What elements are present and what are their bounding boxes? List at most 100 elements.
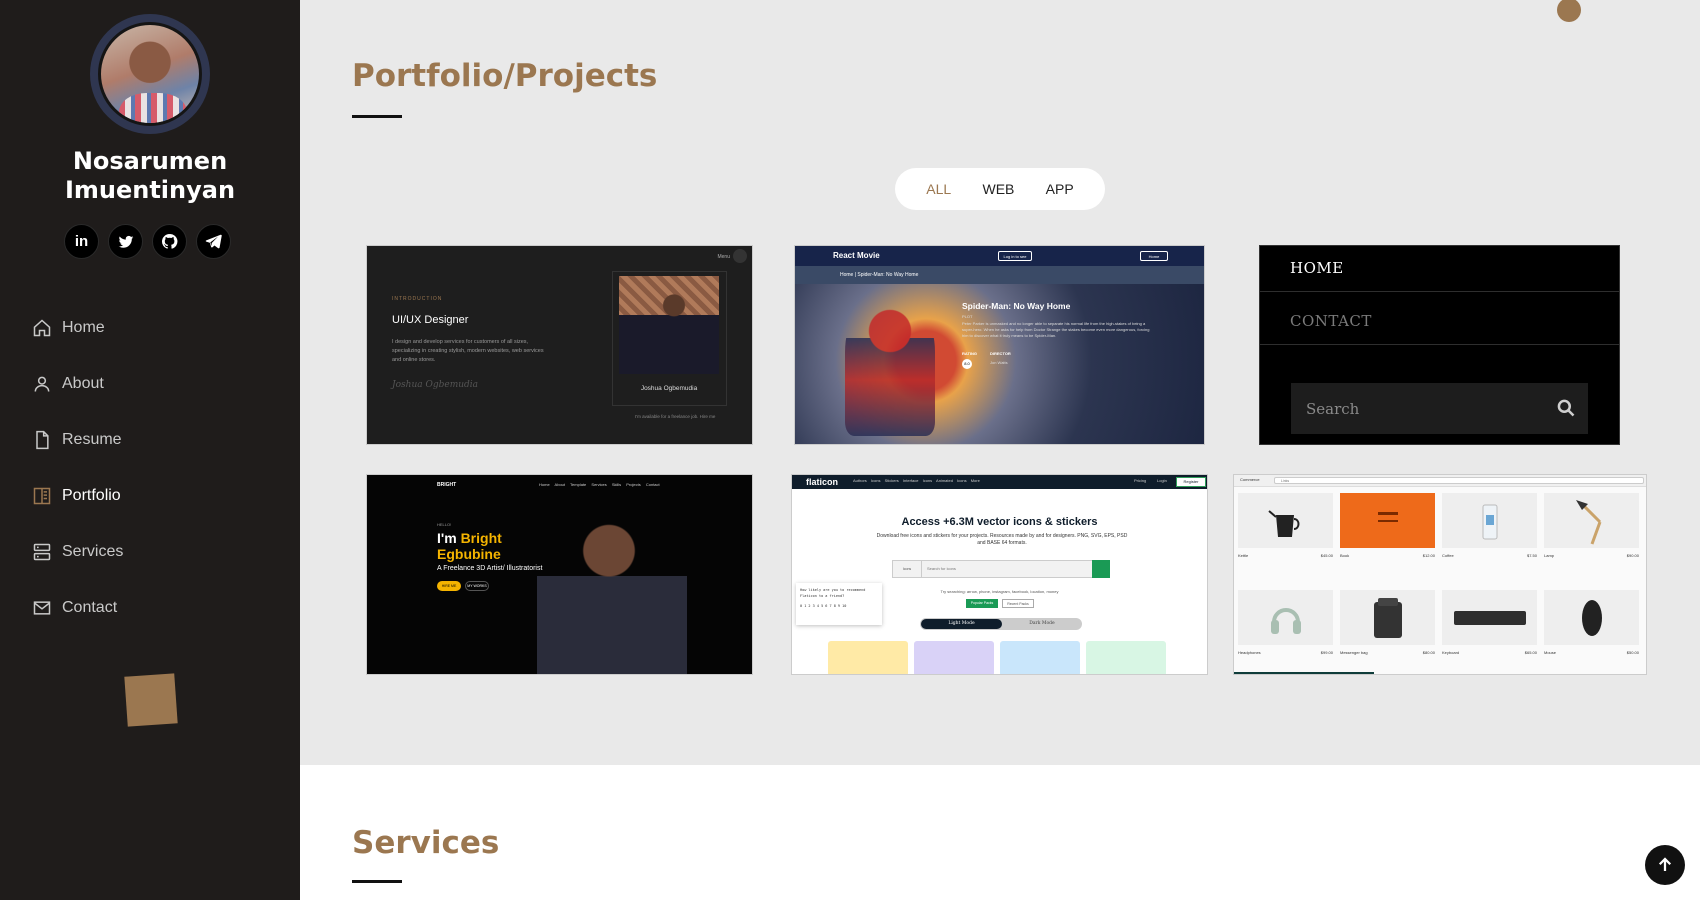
nav-label-contact: Contact	[62, 599, 118, 616]
nav-label-resume: Resume	[62, 431, 122, 448]
product-label: Keyboard	[1442, 650, 1460, 655]
product-image	[1442, 590, 1537, 645]
filter-all[interactable]: ALL	[926, 181, 951, 197]
flaticon-subline: Download free icons and stickers for you…	[876, 533, 1128, 546]
flaticon-search-placeholder: Search for icons	[927, 566, 956, 571]
arrow-up-icon	[1658, 857, 1672, 871]
user-icon	[32, 374, 52, 394]
portfolio-section: Portfolio/Projects ALL WEB APP Menu INTR…	[300, 0, 1700, 765]
product-image	[1340, 493, 1435, 548]
kettle-icon	[1267, 509, 1299, 537]
uiux-desc: I design and develop services for custom…	[392, 339, 544, 363]
product-cell: Lamp $90.00	[1540, 491, 1639, 586]
product-image	[1442, 493, 1537, 548]
product-label: Mouse	[1544, 650, 1557, 655]
nav-item-home[interactable]: Home	[32, 300, 123, 356]
product-label: Coffee	[1442, 553, 1454, 558]
movie-title: Spider-Man: No Way Home	[962, 301, 1071, 311]
bag-icon	[1373, 597, 1402, 638]
nav-label-home: Home	[62, 319, 105, 336]
telegram-link[interactable]	[196, 224, 231, 259]
bright-hello: HELLO!	[437, 522, 452, 527]
movies-breadcrumb: Home | Spider-Man: No Way Home	[795, 266, 1204, 284]
nav-item-resume[interactable]: Resume	[32, 412, 123, 468]
commerce-brand: Commerce	[1240, 477, 1260, 482]
flaticon-popular-packs: Popular Packs	[966, 599, 998, 608]
product-price: $12.00	[1422, 553, 1435, 558]
bright-im: I'm	[437, 530, 457, 546]
flaticon-login: Login	[1157, 478, 1167, 483]
home-icon	[32, 318, 52, 338]
uiux-person-name: Joshua Ogbemudia	[640, 385, 698, 392]
github-link[interactable]	[152, 224, 187, 259]
telegram-icon	[205, 234, 222, 249]
filter-app[interactable]: APP	[1046, 181, 1074, 197]
project-card-commerce[interactable]: Commerce Links Kettle $45.00 Book $12.00…	[1233, 474, 1647, 675]
project-card-movies[interactable]: React Movie Log in to see Home Home | Sp…	[794, 245, 1205, 445]
uiux-availability: I'm available for a freelance job. Hire …	[635, 414, 716, 419]
movie-director: Jon Watts	[990, 360, 1008, 365]
nav-item-about[interactable]: About	[32, 356, 123, 412]
uiux-role: UI/UX Designer	[392, 314, 469, 326]
keyboard-icon	[1453, 610, 1526, 625]
project-card-flaticon[interactable]: flaticon Authors Icons Stickers Interfac…	[791, 474, 1208, 675]
bright-first-name: Bright	[460, 530, 502, 546]
movie-plot: Peter Parker is unmasked and no longer a…	[962, 321, 1150, 338]
movie-rating-label: RATING	[962, 351, 978, 356]
flaticon-pack-tiles	[828, 641, 1166, 674]
flaticon-logo: flaticon	[806, 477, 839, 487]
product-price: $45.00	[1320, 553, 1333, 558]
product-image	[1238, 493, 1333, 548]
uiux-signature: Joshua Ogbemudia	[392, 380, 479, 390]
product-price: $99.00	[1320, 650, 1333, 655]
pack-tile	[1000, 641, 1080, 674]
portfolio-title: Portfolio/Projects	[352, 58, 658, 94]
menu-home: HOME	[1290, 259, 1344, 277]
pack-tile	[914, 641, 994, 674]
menu-search-placeholder: Search	[1306, 400, 1360, 418]
linkedin-link[interactable]: in	[64, 224, 99, 259]
filter-web[interactable]: WEB	[982, 181, 1014, 197]
product-cell: Book $12.00	[1336, 491, 1435, 586]
product-label: Headphones	[1238, 650, 1261, 655]
product-cell: Kettle $45.00	[1234, 491, 1333, 586]
product-image	[1544, 590, 1639, 645]
server-icon	[32, 542, 52, 562]
profile-last-name: Imuentinyan	[64, 176, 236, 204]
book-icon	[32, 486, 52, 506]
sidebar: Nosarumen Imuentinyan in Home About Resu…	[0, 0, 300, 900]
avatar-ring	[90, 14, 210, 134]
flaticon-poll: How likely are you to recommend Flaticon…	[796, 583, 882, 625]
nav-item-portfolio[interactable]: Portfolio	[32, 468, 123, 524]
social-links: in	[64, 224, 231, 259]
bright-last-name: Egbubine	[437, 546, 501, 562]
headphones-icon	[1270, 607, 1301, 634]
product-price: $80.00	[1422, 650, 1435, 655]
services-section: Services	[300, 765, 1700, 900]
product-image	[1544, 493, 1639, 548]
book-icon	[1377, 511, 1398, 522]
mouse-icon	[1581, 599, 1602, 636]
product-cell: Mouse $50.00	[1540, 588, 1639, 674]
nav-item-contact[interactable]: Contact	[32, 580, 123, 636]
movies-logo: React Movie	[833, 251, 880, 260]
commerce-search: Links	[1274, 477, 1644, 484]
decorative-dot	[1557, 0, 1581, 22]
flaticon-poll-scale: 0 1 2 3 4 5 6 7 8 9 10	[800, 604, 847, 608]
project-card-uiux[interactable]: Menu INTRODUCTION UI/UX Designer I desig…	[366, 245, 753, 445]
services-title: Services	[352, 825, 500, 861]
bright-subtitle: A Freelance 3D Artist/ Illustratorist	[437, 565, 543, 572]
movie-rating: 8.0	[962, 359, 972, 369]
product-cell: Headphones $99.00	[1234, 588, 1333, 674]
flaticon-light-mode: Light Mode	[921, 619, 1002, 629]
project-card-bright[interactable]: BRIGHT Home About Template Services Skil…	[366, 474, 753, 675]
pack-tile	[1086, 641, 1166, 674]
product-cell: Keyboard $65.00	[1438, 588, 1537, 674]
project-card-menu[interactable]: HOME CONTACT Search	[1259, 245, 1620, 445]
movies-login: Log in to see	[998, 251, 1032, 261]
nav-item-services[interactable]: Services	[32, 524, 123, 580]
twitter-link[interactable]	[108, 224, 143, 259]
bright-photo	[537, 497, 687, 674]
scroll-to-top-button[interactable]	[1645, 845, 1685, 885]
product-cell: Coffee $7.50	[1438, 491, 1537, 586]
